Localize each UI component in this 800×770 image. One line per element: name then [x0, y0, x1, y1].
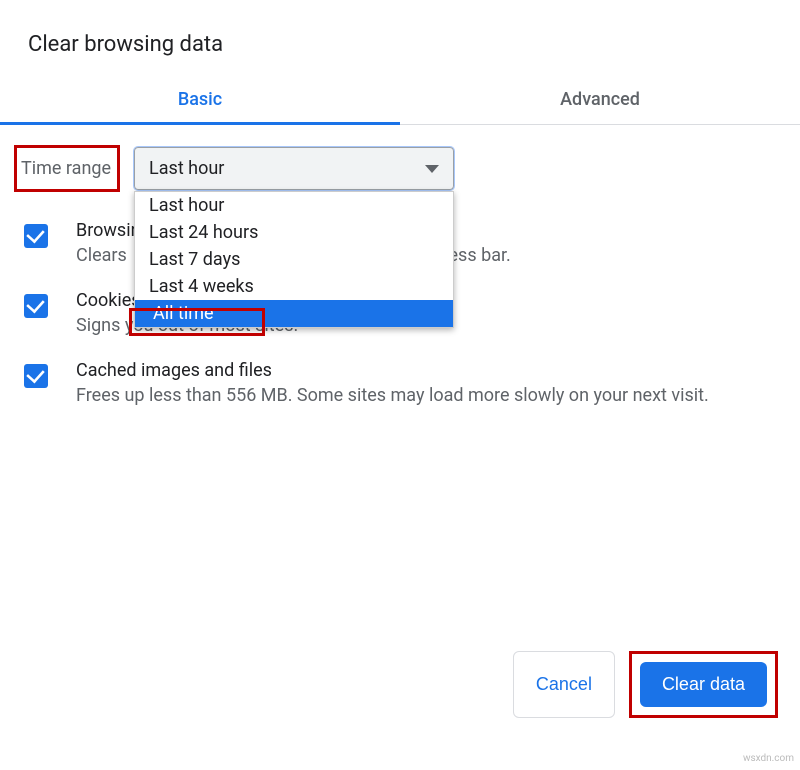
option-all-time[interactable]: All time	[135, 300, 453, 327]
tab-advanced[interactable]: Advanced	[400, 75, 800, 124]
time-range-select[interactable]: Last hour	[134, 147, 454, 190]
tabs: Basic Advanced	[0, 75, 800, 125]
checkbox-desc: Frees up less than 556 MB. Some sites ma…	[76, 385, 772, 406]
dialog-title: Clear browsing data	[0, 0, 800, 75]
cancel-button[interactable]: Cancel	[513, 651, 615, 718]
watermark: wsxdn.com	[743, 753, 794, 764]
checkbox-text: Cached images and files Frees up less th…	[76, 360, 772, 406]
checkbox-browsing-history[interactable]	[24, 224, 48, 248]
option-last-hour[interactable]: Last hour	[135, 192, 453, 219]
annotation-highlight: Clear data	[629, 651, 778, 718]
clear-data-button[interactable]: Clear data	[640, 662, 767, 707]
time-range-row: Time range Last hour Last hour Last 24 h…	[14, 145, 772, 192]
checkbox-cache[interactable]	[24, 364, 48, 388]
content: Time range Last hour Last hour Last 24 h…	[0, 125, 800, 406]
dialog-footer: Cancel Clear data	[513, 651, 778, 718]
chevron-down-icon	[425, 165, 439, 173]
checkbox-title: Cached images and files	[76, 360, 772, 381]
option-last-7-days[interactable]: Last 7 days	[135, 246, 453, 273]
checkbox-row-cache: Cached images and files Frees up less th…	[14, 360, 772, 406]
option-last-24-hours[interactable]: Last 24 hours	[135, 219, 453, 246]
time-range-dropdown: Last hour Last 24 hours Last 7 days Last…	[134, 191, 454, 328]
time-range-select-wrap: Last hour Last hour Last 24 hours Last 7…	[134, 147, 454, 190]
time-range-label: Time range	[14, 145, 120, 192]
checkbox-cookies[interactable]	[24, 294, 48, 318]
option-last-4-weeks[interactable]: Last 4 weeks	[135, 273, 453, 300]
time-range-selected-value: Last hour	[149, 158, 224, 179]
tab-basic[interactable]: Basic	[0, 75, 400, 124]
